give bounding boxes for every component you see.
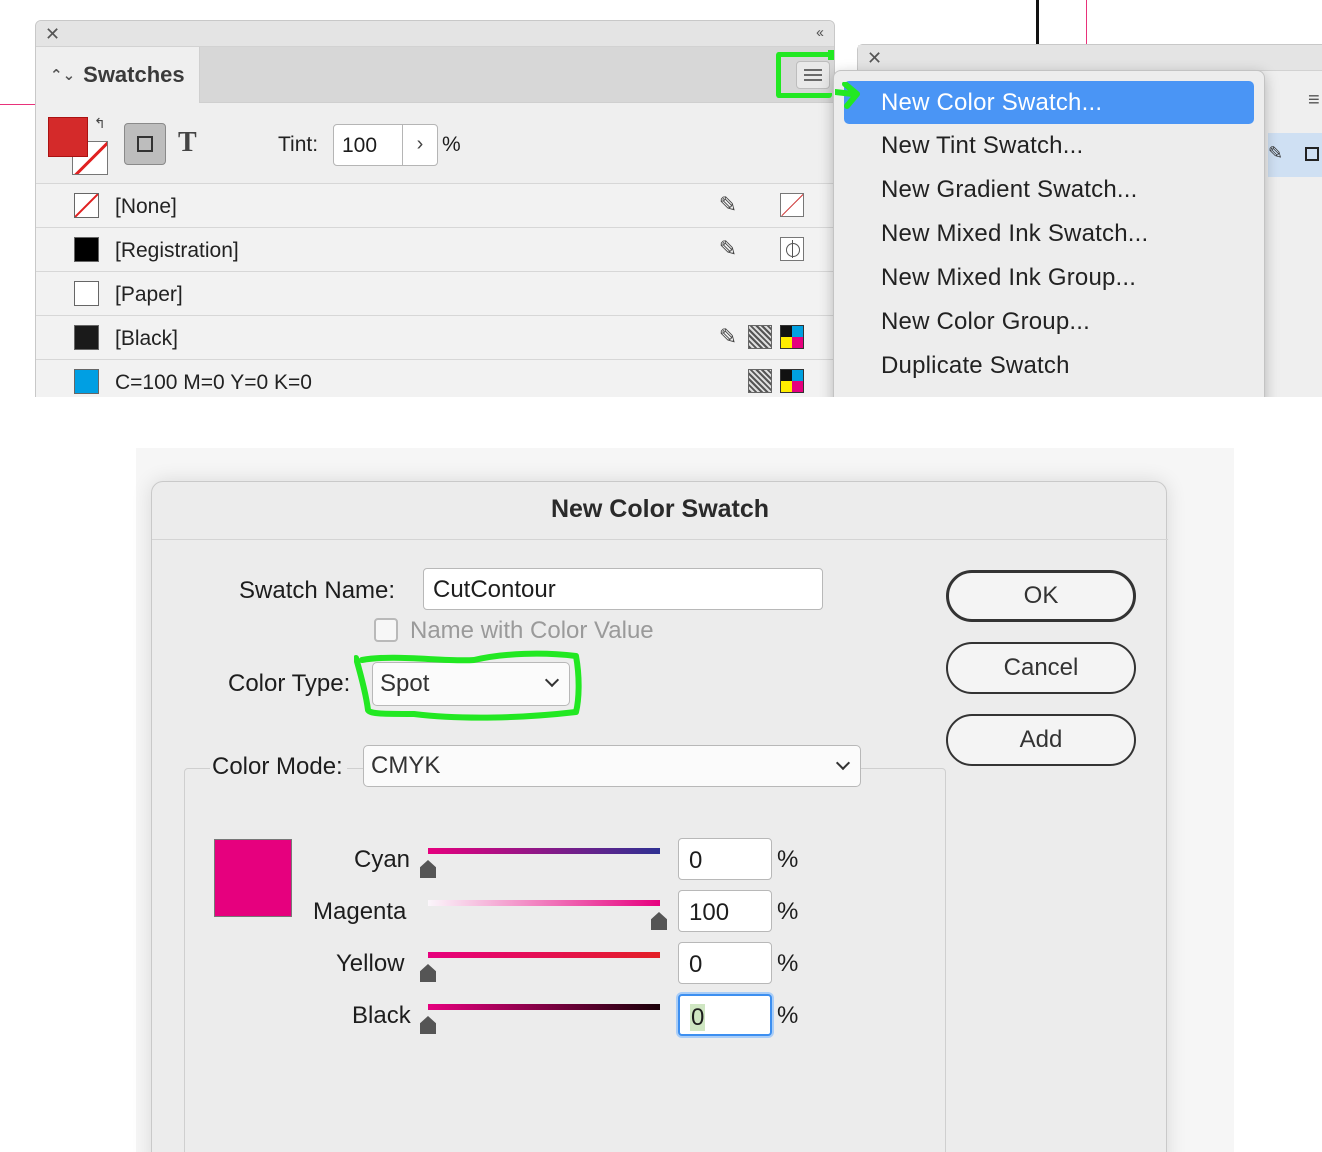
tab-swatches[interactable]: ⌃⌄ Swatches — [36, 47, 200, 103]
swatch-row-registration[interactable]: [Registration] ✎ — [36, 227, 836, 271]
swatch-name: [Registration] — [115, 239, 239, 262]
close-icon[interactable]: ✕ — [45, 24, 60, 45]
swatch-row-cyan[interactable]: C=100 M=0 Y=0 K=0 — [36, 359, 836, 397]
swatch-name: [None] — [115, 195, 177, 218]
name-with-color-value-checkbox[interactable] — [374, 618, 398, 642]
annotation-arrow — [835, 82, 860, 109]
annotation-highlight — [776, 52, 832, 98]
square-icon — [137, 136, 153, 152]
color-mode-value: CMYK — [371, 752, 441, 779]
swatch-row-paper[interactable]: [Paper] — [36, 271, 836, 315]
selected-row[interactable]: ✎ — [1268, 133, 1322, 177]
new-color-swatch-dialog: New Color Swatch Swatch Name: CutContour… — [151, 481, 1168, 1152]
tint-input[interactable]: 100 — [333, 124, 403, 166]
swatch-list: [None] ✎ [Registration] ✎ [Paper] [Black… — [36, 183, 836, 397]
menu-item-new-gradient-swatch[interactable]: New Gradient Swatch... — [844, 168, 1254, 212]
add-button[interactable]: Add — [946, 714, 1136, 766]
swatch-row-none[interactable]: [None] ✎ — [36, 183, 836, 227]
menu-item-new-color-swatch[interactable]: New Color Swatch... — [844, 81, 1254, 124]
document-guide — [1086, 0, 1087, 44]
cyan-label: Cyan — [354, 846, 411, 873]
dialog-title: New Color Swatch — [152, 482, 1168, 540]
pencil-icon: ✎ — [1268, 143, 1284, 163]
process-color-icon — [748, 325, 772, 349]
swatches-screenshot: ✕ ‹‹ ≡ ✎ ✕ ‹‹ ⌃⌄ Swatches ↰ — [0, 0, 1322, 397]
ok-button[interactable]: OK — [946, 570, 1136, 622]
formatting-text-button[interactable]: T — [178, 127, 197, 159]
tint-unit: % — [442, 133, 461, 156]
close-icon[interactable]: ✕ — [867, 48, 882, 69]
menu-item-new-mixed-ink-swatch[interactable]: New Mixed Ink Swatch... — [844, 212, 1254, 256]
black-unit: % — [777, 1002, 799, 1029]
tint-slider-arrow[interactable]: › — [402, 124, 438, 166]
black-label: Black — [352, 1002, 411, 1029]
magenta-value-input[interactable]: 100 — [678, 890, 772, 932]
panel-menu-icon[interactable]: ≡ — [1308, 89, 1320, 112]
none-swatch-chip — [74, 193, 99, 218]
annotation-highlight — [828, 50, 834, 60]
cmyk-icon — [780, 369, 804, 393]
updown-icon: ⌃⌄ — [50, 67, 76, 84]
tab-label: Swatches — [83, 62, 185, 87]
swap-arrow-icon[interactable]: ↰ — [94, 115, 106, 132]
panel-flyout-menu: New Color Swatch... New Tint Swatch... N… — [833, 70, 1265, 397]
document-guide — [0, 104, 36, 105]
cyan-slider-track[interactable] — [428, 848, 660, 854]
swatch-toolbar: ↰ T Tint: 100 › % — [36, 103, 836, 183]
color-group-box — [184, 768, 946, 1152]
swatch-chip — [74, 281, 99, 306]
square-icon — [1305, 147, 1319, 161]
swatch-chip — [74, 369, 99, 394]
swatch-chip — [74, 325, 99, 350]
yellow-label: Yellow — [336, 950, 405, 977]
annotation-highlight — [354, 650, 582, 721]
collapse-icon[interactable]: ‹‹ — [816, 24, 824, 41]
menu-item-duplicate-swatch[interactable]: Duplicate Swatch — [844, 344, 1254, 388]
tint-label: Tint: — [278, 133, 319, 156]
black-value-input[interactable]: 0 — [678, 994, 772, 1036]
cyan-value-input[interactable]: 0 — [678, 838, 772, 880]
yellow-value-input[interactable]: 0 — [678, 942, 772, 984]
none-type-icon — [780, 193, 804, 217]
color-preview — [214, 839, 292, 917]
swatches-panel: ✕ ‹‹ ⌃⌄ Swatches ↰ T Tint: 100 › % [None… — [35, 20, 836, 397]
name-with-color-value-label: Name with Color Value — [410, 617, 654, 644]
magenta-unit: % — [777, 898, 799, 925]
menu-item-new-color-group[interactable]: New Color Group... — [844, 300, 1254, 344]
fill-swatch[interactable] — [48, 117, 88, 157]
chevron-down-icon — [835, 755, 851, 771]
color-type-label: Color Type: — [228, 670, 351, 697]
swatch-name: [Paper] — [115, 283, 183, 306]
color-mode-select[interactable]: CMYK — [363, 745, 861, 787]
secondary-panel-titlebar: ✕ ‹‹ — [858, 45, 1322, 71]
swatch-name: C=100 M=0 Y=0 K=0 — [115, 371, 312, 394]
menu-item-new-tint-swatch[interactable]: New Tint Swatch... — [844, 124, 1254, 168]
swatch-name-input[interactable]: CutContour — [423, 568, 823, 610]
no-edit-icon: ✎ — [718, 192, 738, 217]
yellow-unit: % — [777, 950, 799, 977]
cyan-unit: % — [777, 846, 799, 873]
menu-item-new-mixed-ink-group[interactable]: New Mixed Ink Group... — [844, 256, 1254, 300]
formatting-container-button[interactable] — [124, 123, 166, 165]
yellow-slider-track[interactable] — [428, 952, 660, 958]
no-edit-icon: ✎ — [718, 236, 738, 261]
swatch-name-label: Swatch Name: — [239, 577, 396, 604]
process-color-icon — [748, 369, 772, 393]
registration-icon — [780, 237, 804, 261]
panel-tab-row: ⌃⌄ Swatches — [36, 47, 834, 103]
document-edge — [1036, 0, 1039, 44]
color-mode-label: Color Mode: — [210, 753, 347, 781]
panel-titlebar: ✕ ‹‹ — [36, 21, 834, 47]
swatch-name: [Black] — [115, 327, 179, 350]
swatch-chip — [74, 237, 99, 262]
magenta-label: Magenta — [313, 898, 407, 925]
black-value-text: 0 — [690, 1004, 706, 1031]
black-slider-track[interactable] — [428, 1004, 660, 1010]
cmyk-icon — [780, 325, 804, 349]
no-edit-icon: ✎ — [718, 324, 738, 349]
cancel-button[interactable]: Cancel — [946, 642, 1136, 694]
swatch-row-black[interactable]: [Black] ✎ — [36, 315, 836, 359]
magenta-slider-track[interactable] — [428, 900, 660, 906]
